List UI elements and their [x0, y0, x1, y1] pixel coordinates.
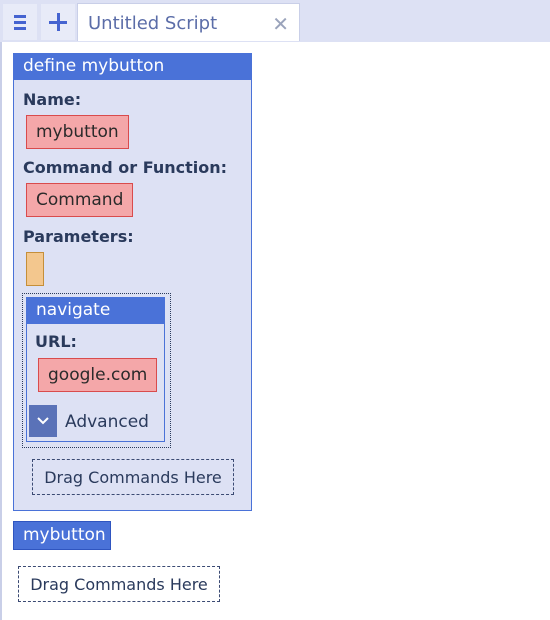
- root-drag-commands-target[interactable]: Drag Commands Here: [18, 566, 220, 602]
- menu-button[interactable]: [3, 4, 37, 40]
- navigate-block-header[interactable]: navigate: [27, 298, 164, 324]
- url-field[interactable]: google.com: [38, 358, 158, 392]
- tab-untitled-script[interactable]: Untitled Script ✕: [77, 3, 300, 41]
- chevron-down-icon: [37, 417, 49, 425]
- advanced-toggle-button[interactable]: [29, 405, 57, 437]
- add-tab-button[interactable]: [41, 4, 75, 40]
- name-field[interactable]: mybutton: [26, 115, 129, 149]
- url-label: URL:: [35, 332, 77, 351]
- menu-icon: [14, 15, 26, 30]
- command-drop-zone: navigate URL: google.com Advanced: [22, 293, 171, 448]
- close-icon[interactable]: ✕: [272, 12, 289, 36]
- parameters-label: Parameters:: [23, 227, 134, 246]
- name-label: Name:: [23, 90, 82, 109]
- define-block-header[interactable]: define mybutton: [14, 54, 251, 80]
- advanced-label[interactable]: Advanced: [65, 412, 149, 432]
- tab-bar: Untitled Script ✕: [0, 0, 550, 42]
- plus-icon: [49, 13, 67, 31]
- command-or-function-label: Command or Function:: [23, 158, 228, 177]
- drag-commands-target[interactable]: Drag Commands Here: [32, 459, 234, 495]
- parameter-slot[interactable]: [26, 252, 44, 286]
- define-block[interactable]: define mybutton Name: mybutton Command o…: [13, 53, 252, 511]
- left-divider: [0, 42, 2, 620]
- command-type-field[interactable]: Command: [26, 183, 134, 217]
- navigate-block[interactable]: navigate URL: google.com Advanced: [26, 297, 165, 442]
- mybutton-call-block[interactable]: mybutton: [13, 521, 111, 550]
- tab-title: Untitled Script: [88, 13, 218, 34]
